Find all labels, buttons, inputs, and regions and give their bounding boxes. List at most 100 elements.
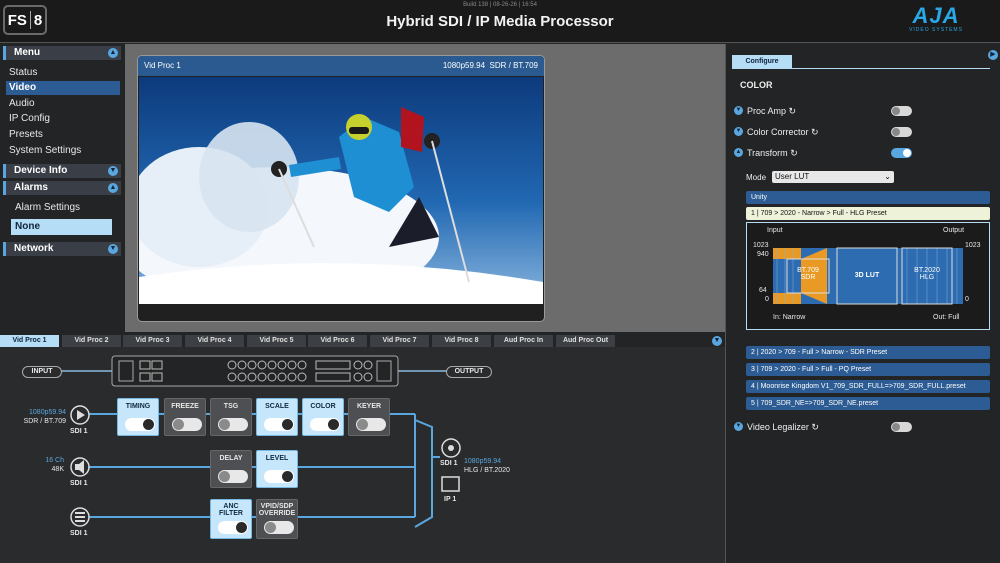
- lut-item-4[interactable]: 4 | Moonrise Kingdom V1_709_SDR_FULL=>70…: [746, 380, 990, 393]
- lut-item-5[interactable]: 5 | 709_SDR_NE=>709_SDR_NE.preset: [746, 397, 990, 410]
- output-label: OUTPUT: [446, 366, 492, 378]
- proc-amp-row[interactable]: ▼ Proc Amp ↻: [734, 105, 796, 117]
- configure-panel: Configure ▶ COLOR ▼ Proc Amp ↻ ▼ Color Cor…: [726, 44, 1000, 563]
- video-legalizer-toggle[interactable]: [891, 422, 912, 432]
- network-label: Network: [14, 243, 54, 254]
- reset-icon[interactable]: ↻: [790, 148, 798, 158]
- mode-label: Mode: [746, 173, 767, 182]
- sidebar-item-status[interactable]: Status: [6, 66, 120, 80]
- tab-vid-proc-8[interactable]: Vid Proc 8: [432, 335, 492, 347]
- tab-configure[interactable]: Configure: [732, 55, 792, 68]
- box-bt2020-top: BT.2020: [914, 267, 940, 274]
- keyer-block[interactable]: KEYER: [348, 398, 390, 436]
- chevron-down-icon[interactable]: ▼: [734, 127, 743, 136]
- y-tick-out-0: 0: [965, 296, 969, 303]
- chevron-down-icon[interactable]: ▼: [712, 336, 722, 346]
- chevron-up-icon[interactable]: ▲: [734, 148, 743, 157]
- sidebar-item-video[interactable]: Video: [6, 81, 120, 95]
- box-3dlut: 3D LUT: [854, 272, 880, 279]
- tab-vid-proc-6[interactable]: Vid Proc 6: [308, 335, 368, 347]
- video-in-range: SDR / BT.709: [23, 418, 66, 425]
- audio-in-rate: 48K: [51, 466, 64, 473]
- y-tick-940: 940: [757, 251, 769, 258]
- tab-aud-proc-in[interactable]: Aud Proc In: [494, 335, 554, 347]
- tab-vid-proc-7[interactable]: Vid Proc 7: [370, 335, 430, 347]
- scale-block[interactable]: SCALE: [256, 398, 298, 436]
- freeze-block[interactable]: FREEZE: [164, 398, 206, 436]
- vpid-override-block[interactable]: VPID/SDP OVERRIDE: [256, 499, 298, 539]
- proc-amp-toggle[interactable]: [891, 106, 912, 116]
- timing-block[interactable]: TIMING: [117, 398, 159, 436]
- sidebar-item-audio[interactable]: Audio: [6, 97, 120, 111]
- chevron-up-icon[interactable]: ▲: [108, 48, 118, 58]
- chevron-up-icon[interactable]: ▲: [108, 183, 118, 193]
- ip-out-port: IP 1: [444, 496, 457, 503]
- lut-item-unity[interactable]: Unity: [746, 191, 990, 204]
- tsg-block[interactable]: TSG: [210, 398, 252, 436]
- anc-in-port: SDI 1: [70, 530, 88, 537]
- lut-item-2[interactable]: 2 | 2020 > 709 - Full > Narrow - SDR Pre…: [746, 346, 990, 359]
- out-format: 1080p59.94: [464, 458, 501, 465]
- tab-aud-proc-out[interactable]: Aud Proc Out: [556, 335, 616, 347]
- y-tick-0: 0: [765, 296, 769, 303]
- transform-label: Transform: [747, 148, 788, 158]
- color-block[interactable]: COLOR: [302, 398, 344, 436]
- chevron-down-icon[interactable]: ▼: [108, 166, 118, 176]
- anc-filter-block[interactable]: ANC FILTER: [210, 499, 252, 539]
- chevron-down-icon[interactable]: ▼: [734, 106, 743, 115]
- lut-item-3[interactable]: 3 | 709 > 2020 - Full > Full - PQ Preset: [746, 363, 990, 376]
- menu-header[interactable]: Menu ▲: [3, 46, 121, 60]
- alarm-status-field[interactable]: None: [11, 219, 112, 235]
- graph-input-label: Input: [767, 227, 783, 234]
- reset-icon[interactable]: ↻: [811, 127, 819, 137]
- override-label: OVERRIDE: [258, 510, 296, 517]
- transform-toggle[interactable]: [891, 148, 912, 158]
- out-mode-label: Out: Full: [933, 314, 960, 321]
- sidebar-item-ip-config[interactable]: IP Config: [6, 112, 120, 126]
- tab-vid-proc-1[interactable]: Vid Proc 1: [0, 335, 60, 347]
- color-corrector-row[interactable]: ▼ Color Corrector ↻: [734, 126, 819, 138]
- device-info-label: Device Info: [14, 165, 68, 176]
- color-toggle[interactable]: [310, 418, 340, 431]
- delay-block[interactable]: DELAY: [210, 450, 252, 488]
- level-block[interactable]: LEVEL: [256, 450, 298, 488]
- tab-vid-proc-4[interactable]: Vid Proc 4: [185, 335, 245, 347]
- sidebar-item-system-settings[interactable]: System Settings: [6, 144, 120, 158]
- delay-toggle[interactable]: [218, 470, 248, 483]
- alarm-settings-label: Alarm Settings: [15, 202, 81, 213]
- tab-vid-proc-2[interactable]: Vid Proc 2: [62, 335, 122, 347]
- transform-row[interactable]: ▲ Transform ↻: [734, 147, 798, 159]
- box-bt2020-bottom: HLG: [919, 274, 935, 281]
- chevron-right-icon[interactable]: ▶: [988, 50, 998, 60]
- video-legalizer-row[interactable]: ▼ Video Legalizer ↻: [734, 421, 819, 433]
- anc-label: ANC: [223, 503, 239, 510]
- box-bt709-bottom: SDR: [800, 274, 816, 281]
- scale-toggle[interactable]: [264, 418, 294, 431]
- build-info: Build 138 | 08-26-26 | 16:54: [463, 2, 537, 8]
- chevron-down-icon[interactable]: ▼: [108, 244, 118, 254]
- vpid-override-toggle[interactable]: [264, 521, 294, 534]
- level-toggle[interactable]: [264, 470, 294, 483]
- video-legalizer-label: Video Legalizer: [747, 422, 809, 432]
- keyer-label: KEYER: [356, 403, 382, 410]
- freeze-label: FREEZE: [171, 403, 199, 410]
- alarms-header[interactable]: Alarms ▲: [3, 181, 121, 195]
- mode-select[interactable]: User LUT ⌄: [772, 171, 894, 183]
- chevron-down-icon[interactable]: ▼: [734, 422, 743, 431]
- tab-vid-proc-3[interactable]: Vid Proc 3: [123, 335, 183, 347]
- device-info-header[interactable]: Device Info ▼: [3, 164, 121, 178]
- sidebar: Menu ▲ Status Video Audio IP Config Prese…: [0, 44, 125, 332]
- reset-icon[interactable]: ↻: [789, 106, 797, 116]
- sidebar-item-presets[interactable]: Presets: [6, 128, 120, 142]
- freeze-toggle[interactable]: [172, 418, 202, 431]
- filter-label: FILTER: [219, 510, 243, 517]
- timing-toggle[interactable]: [125, 418, 155, 431]
- network-header[interactable]: Network ▼: [3, 242, 121, 256]
- anc-filter-toggle[interactable]: [218, 521, 248, 534]
- tsg-toggle[interactable]: [218, 418, 248, 431]
- lut-item-1[interactable]: 1 | 709 > 2020 - Narrow > Full - HLG Pre…: [746, 207, 990, 220]
- reset-icon[interactable]: ↻: [811, 422, 819, 432]
- tab-vid-proc-5[interactable]: Vid Proc 5: [247, 335, 307, 347]
- keyer-toggle[interactable]: [356, 418, 386, 431]
- color-corrector-toggle[interactable]: [891, 127, 912, 137]
